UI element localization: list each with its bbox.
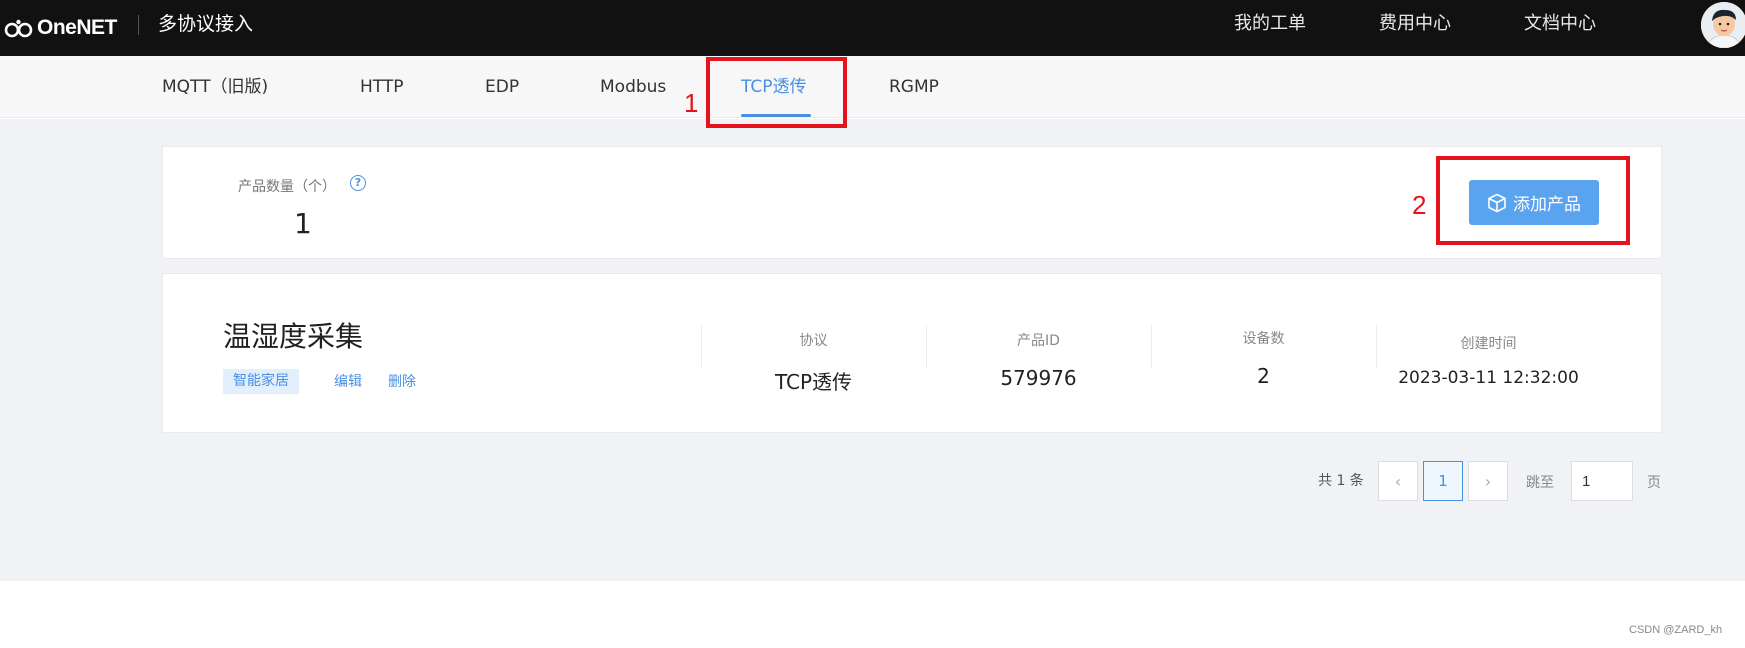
tab-rgmp[interactable]: RGMP	[889, 76, 939, 98]
onenet-logo-icon	[4, 19, 33, 38]
chevron-left-icon: ‹	[1394, 471, 1402, 491]
product-name[interactable]: 温湿度采集	[223, 315, 363, 355]
product-id-column-label: 产品ID	[1017, 333, 1060, 349]
pagination-total: 共 1 条	[1318, 473, 1364, 489]
pagination-prev-button[interactable]: ‹	[1378, 461, 1418, 501]
annotation-number-1: 1	[684, 88, 699, 118]
pagination-page-1[interactable]: 1	[1423, 461, 1463, 501]
top-bar: OneNET 多协议接入 我的工单 费用中心 文档中心	[0, 0, 1745, 56]
tab-http[interactable]: HTTP	[360, 76, 404, 98]
annotation-number-2: 2	[1412, 190, 1427, 220]
created-time-value: 2023-03-11 12:32:00	[1398, 368, 1579, 388]
protocol-value: TCP透传	[774, 370, 853, 394]
tab-modbus[interactable]: Modbus	[600, 76, 666, 98]
jump-page-input[interactable]	[1571, 461, 1633, 501]
nav-my-tickets[interactable]: 我的工单	[1234, 12, 1306, 36]
protocol-column-label: 协议	[799, 333, 828, 349]
protocol-tab-bar: MQTT（旧版) HTTP EDP Modbus TCP透传 RGMP	[0, 56, 1745, 118]
onenet-logo[interactable]: OneNET	[4, 12, 117, 44]
annotation-box-2	[1436, 156, 1630, 245]
page-suffix-label: 页	[1647, 475, 1661, 491]
created-time-column-label: 创建时间	[1460, 336, 1517, 352]
product-count-value: 1	[294, 207, 312, 240]
nav-docs-center[interactable]: 文档中心	[1524, 12, 1596, 36]
user-avatar-icon	[1701, 2, 1745, 48]
jump-to-label: 跳至	[1526, 475, 1554, 491]
logo-text: OneNET	[37, 16, 117, 39]
chevron-right-icon: ›	[1484, 471, 1492, 491]
tab-mqtt-legacy[interactable]: MQTT（旧版)	[162, 76, 268, 98]
device-count-value: 2	[1257, 364, 1270, 388]
app-title: 多协议接入	[158, 13, 254, 35]
tab-edp[interactable]: EDP	[485, 76, 519, 98]
product-card	[162, 273, 1662, 433]
delete-product-link[interactable]: 删除	[388, 371, 416, 391]
device-count-column-label: 设备数	[1242, 331, 1285, 347]
watermark: CSDN @ZARD_kh	[1629, 624, 1723, 636]
nav-billing-center[interactable]: 费用中心	[1379, 12, 1451, 36]
product-id-value: 579976	[1000, 366, 1077, 390]
avatar[interactable]	[1701, 2, 1745, 48]
product-count-label: 产品数量（个）	[238, 179, 336, 195]
help-icon[interactable]: ?	[350, 175, 366, 191]
pagination-next-button[interactable]: ›	[1468, 461, 1508, 501]
header-divider	[138, 15, 139, 35]
annotation-box-1	[706, 57, 847, 128]
product-category-tag: 智能家居	[223, 369, 299, 394]
edit-product-link[interactable]: 编辑	[334, 371, 362, 391]
